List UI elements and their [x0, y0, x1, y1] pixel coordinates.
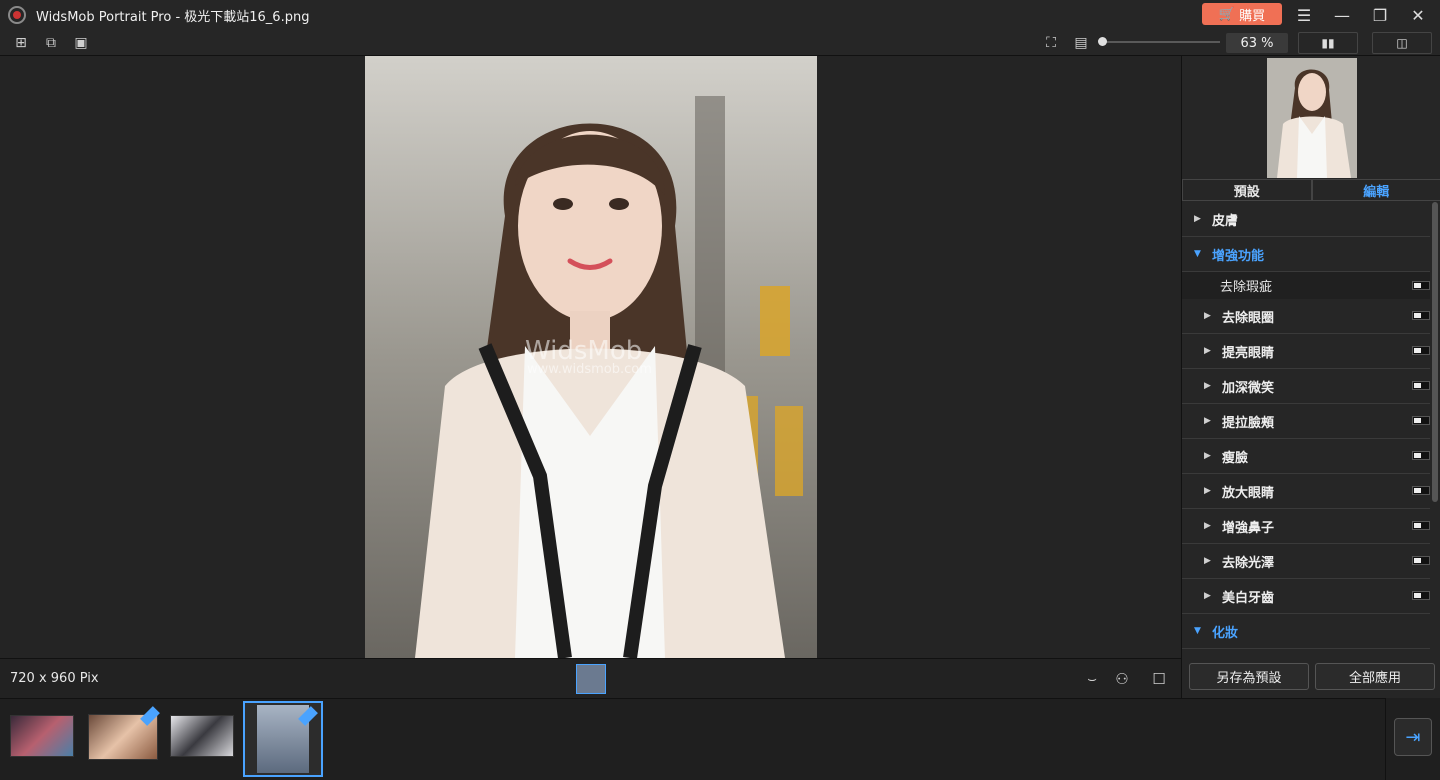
item-enhance-nose[interactable]: ▶ 增強鼻子 — [1182, 509, 1430, 544]
item-enlarge-eyes-label: 放大眼睛 — [1222, 485, 1275, 501]
expand-right-icon: ▶ — [1194, 214, 1201, 224]
toggle-remove-dark-circles[interactable] — [1412, 311, 1430, 320]
item-remove-blemish-label: 去除瑕疵 — [1220, 280, 1273, 295]
detected-face-thumbnail[interactable] — [576, 664, 606, 694]
item-slim-face[interactable]: ▶ 瘦臉 — [1182, 439, 1430, 474]
watermark-url: www.widsmob.com — [527, 362, 652, 377]
film-thumbnail-1[interactable] — [10, 715, 74, 757]
add-folder-icon[interactable]: ⧉ — [42, 34, 60, 52]
item-remove-dark-circles[interactable]: ▶ 去除眼圈 — [1182, 299, 1430, 334]
toolbar — [0, 30, 1440, 56]
item-deepen-smile[interactable]: ▶ 加深微笑 — [1182, 369, 1430, 404]
actual-size-icon[interactable]: ▤ — [1072, 34, 1090, 52]
section-enhance-label: 增強功能 — [1212, 248, 1265, 264]
expand-right-icon: ▶ — [1204, 381, 1211, 391]
compare-view-button[interactable]: ◫ — [1372, 32, 1432, 54]
expand-right-icon: ▶ — [1204, 416, 1211, 426]
adjustment-panel: ▶ 皮膚 ▼ 增強功能 去除瑕疵 ▶ 去除眼圈 ▶ 提亮眼睛 ▶ 加深微笑 ▶ — [1182, 202, 1430, 652]
item-slim-face-label: 瘦臉 — [1222, 450, 1249, 466]
app-logo-icon — [8, 6, 26, 24]
cart-icon: 🛒 — [1218, 6, 1236, 22]
smile-detect-icon[interactable]: ⌣ — [1081, 668, 1103, 690]
zoom-slider-handle[interactable] — [1098, 37, 1107, 46]
item-remove-dark-circles-label: 去除眼圈 — [1222, 310, 1275, 326]
portrait-photo[interactable]: WidsMob www.widsmob.com — [365, 56, 817, 658]
portrait-mode-icon[interactable]: ☐ — [1148, 668, 1170, 690]
section-makeup-label: 化妝 — [1212, 625, 1239, 641]
status-bar: 720 x 960 Pix ⌣ ⚇ ☐ — [0, 658, 1181, 698]
expand-right-icon: ▶ — [1204, 451, 1211, 461]
minimize-button[interactable]: — — [1330, 4, 1354, 26]
save-as-preset-button[interactable]: 另存為預設 — [1189, 663, 1309, 690]
item-remove-blemish[interactable]: 去除瑕疵 — [1182, 272, 1430, 299]
expand-right-icon: ▶ — [1204, 556, 1211, 566]
add-image-icon[interactable]: ⊞ — [12, 34, 30, 52]
item-remove-shine[interactable]: ▶ 去除光澤 — [1182, 544, 1430, 579]
expand-right-icon: ▶ — [1204, 521, 1211, 531]
toggle-whiten-teeth[interactable] — [1412, 591, 1430, 600]
toggle-lift-cheeks[interactable] — [1412, 416, 1430, 425]
item-lift-cheeks[interactable]: ▶ 提拉臉頰 — [1182, 404, 1430, 439]
section-skin-label: 皮膚 — [1212, 213, 1239, 229]
section-enhance[interactable]: ▼ 增強功能 — [1182, 237, 1430, 272]
item-brighten-eyes-label: 提亮眼睛 — [1222, 345, 1275, 361]
collapse-down-icon: ▼ — [1194, 626, 1201, 636]
expand-right-icon: ▶ — [1204, 591, 1211, 601]
toggle-enlarge-eyes[interactable] — [1412, 486, 1430, 495]
film-thumbnail-3[interactable] — [170, 715, 234, 757]
window-title: WidsMob Portrait Pro - 极光下載站16_6.png — [36, 9, 310, 25]
sidebar-tabs: 預設 編輯 — [1182, 179, 1440, 201]
close-button[interactable]: ✕ — [1406, 4, 1430, 26]
fit-screen-icon[interactable]: ⛶ — [1042, 34, 1060, 52]
edited-pencil-icon — [140, 706, 160, 726]
single-view-button[interactable]: ▮▮ — [1298, 32, 1358, 54]
toggle-deepen-smile[interactable] — [1412, 381, 1430, 390]
film-thumbnail-2[interactable] — [88, 706, 160, 760]
tab-presets[interactable]: 預設 — [1182, 179, 1312, 201]
toggle-remove-shine[interactable] — [1412, 556, 1430, 565]
zoom-value[interactable]: 63 % — [1226, 33, 1288, 53]
expand-right-icon: ▶ — [1204, 346, 1211, 356]
add-face-icon[interactable]: ⚇ — [1111, 668, 1133, 690]
buy-button[interactable]: 🛒 購買 — [1202, 3, 1282, 25]
item-whiten-teeth-label: 美白牙齒 — [1222, 590, 1275, 606]
section-makeup[interactable]: ▼ 化妝 — [1182, 614, 1430, 649]
section-skin[interactable]: ▶ 皮膚 — [1182, 202, 1430, 237]
save-icon[interactable]: ▣ — [72, 34, 90, 52]
navigator-preview[interactable] — [1267, 58, 1357, 178]
item-enlarge-eyes[interactable]: ▶ 放大眼睛 — [1182, 474, 1430, 509]
export-icon[interactable]: ⇥ — [1394, 718, 1432, 756]
toggle-slim-face[interactable] — [1412, 451, 1430, 460]
item-enhance-nose-label: 增強鼻子 — [1222, 520, 1275, 536]
item-brighten-eyes[interactable]: ▶ 提亮眼睛 — [1182, 334, 1430, 369]
export-panel: ⇥ — [1385, 698, 1440, 780]
apply-all-button[interactable]: 全部應用 — [1315, 663, 1435, 690]
item-deepen-smile-label: 加深微笑 — [1222, 380, 1275, 396]
tab-edit[interactable]: 編輯 — [1311, 179, 1440, 201]
item-lift-cheeks-label: 提拉臉頰 — [1222, 415, 1275, 431]
image-dimensions: 720 x 960 Pix — [10, 671, 99, 686]
edit-sidebar: 預設 編輯 ▶ 皮膚 ▼ 增強功能 去除瑕疵 ▶ 去除眼圈 ▶ 提亮眼睛 ▶ 加… — [1181, 56, 1440, 698]
preview-thumbnail — [1267, 58, 1357, 178]
toggle-remove-blemish[interactable] — [1412, 280, 1430, 290]
item-remove-shine-label: 去除光澤 — [1222, 555, 1275, 571]
collapse-down-icon: ▼ — [1194, 249, 1201, 259]
film-thumbnail-4-selected[interactable] — [243, 701, 323, 777]
menu-icon[interactable]: ☰ — [1292, 4, 1316, 26]
item-whiten-teeth[interactable]: ▶ 美白牙齒 — [1182, 579, 1430, 614]
toggle-brighten-eyes[interactable] — [1412, 346, 1430, 355]
expand-right-icon: ▶ — [1204, 311, 1211, 321]
buy-button-label: 購買 — [1239, 8, 1266, 24]
filmstrip — [0, 698, 1385, 780]
expand-right-icon: ▶ — [1204, 486, 1211, 496]
zoom-slider[interactable] — [1100, 41, 1220, 43]
panel-scrollbar[interactable] — [1432, 202, 1438, 502]
restore-button[interactable]: ❐ — [1368, 4, 1392, 26]
toggle-enhance-nose[interactable] — [1412, 521, 1430, 530]
